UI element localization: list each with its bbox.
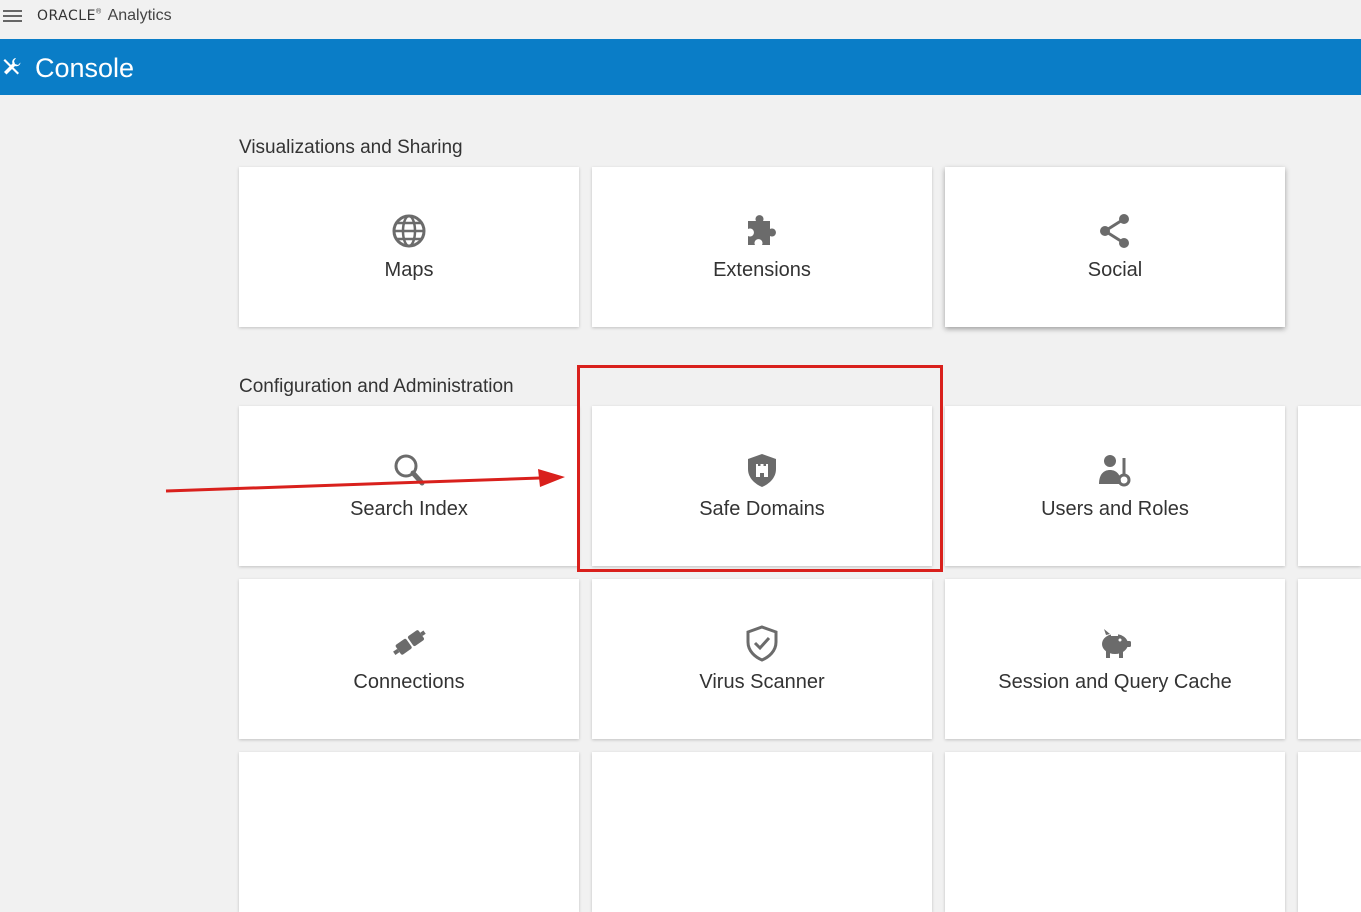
tools-icon bbox=[3, 58, 21, 75]
hamburger-menu-icon[interactable] bbox=[3, 10, 22, 24]
tile-partial[interactable] bbox=[1298, 406, 1361, 566]
tile-label: Safe Domains bbox=[699, 498, 825, 520]
tile-label: Users and Roles bbox=[1041, 498, 1189, 520]
globe-icon bbox=[389, 211, 429, 251]
tile-label: Connections bbox=[353, 671, 465, 693]
brand-logo: ORACLE® Analytics bbox=[37, 7, 172, 25]
tile-search-index[interactable]: Search Index bbox=[239, 406, 579, 566]
page-title: Console bbox=[35, 53, 135, 83]
tile-extensions[interactable]: Extensions bbox=[592, 167, 932, 327]
search-icon bbox=[389, 450, 429, 490]
castle-shield-icon bbox=[742, 450, 782, 490]
tile-social[interactable]: Social bbox=[945, 167, 1285, 327]
tile-label: Virus Scanner bbox=[699, 671, 825, 693]
tile-partial[interactable] bbox=[592, 752, 932, 912]
tile-label: Maps bbox=[384, 259, 434, 281]
tile-connections[interactable]: Connections bbox=[239, 579, 579, 739]
tile-label: Social bbox=[1087, 259, 1143, 281]
console-header: Console bbox=[0, 39, 1361, 95]
tile-partial[interactable] bbox=[945, 752, 1285, 912]
plug-icon bbox=[389, 623, 429, 663]
tile-virus-scanner[interactable]: Virus Scanner bbox=[592, 579, 932, 739]
tile-label: Search Index bbox=[350, 498, 468, 520]
section-title-visualizations: Visualizations and Sharing bbox=[239, 137, 463, 158]
puzzle-icon bbox=[742, 211, 782, 251]
tile-maps[interactable]: Maps bbox=[239, 167, 579, 327]
tile-label: Extensions bbox=[713, 259, 811, 281]
tile-partial[interactable] bbox=[1298, 579, 1361, 739]
tile-session-query-cache[interactable]: Session and Query Cache bbox=[945, 579, 1285, 739]
shield-check-icon bbox=[742, 623, 782, 663]
top-bar: ORACLE® Analytics bbox=[0, 0, 1361, 39]
share-icon bbox=[1095, 211, 1135, 251]
brand-product: Analytics bbox=[107, 7, 172, 24]
tile-users-and-roles[interactable]: Users and Roles bbox=[945, 406, 1285, 566]
brand-reg: ® bbox=[95, 8, 102, 16]
user-key-icon bbox=[1095, 450, 1135, 490]
tile-label: Session and Query Cache bbox=[998, 671, 1232, 693]
tile-partial[interactable] bbox=[239, 752, 579, 912]
tile-partial[interactable] bbox=[1298, 752, 1361, 912]
brand-oracle: ORACLE bbox=[37, 8, 96, 24]
piggy-bank-icon bbox=[1095, 623, 1135, 663]
section-title-configuration: Configuration and Administration bbox=[239, 376, 514, 397]
tile-safe-domains[interactable]: Safe Domains bbox=[592, 406, 932, 566]
